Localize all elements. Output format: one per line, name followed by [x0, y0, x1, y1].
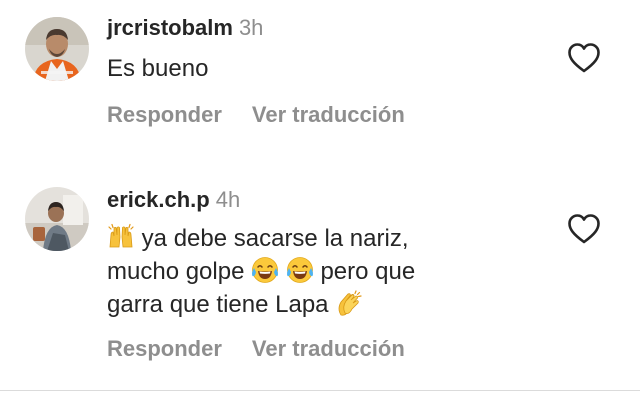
- clapping-hands-emoji-icon: [335, 289, 363, 317]
- avatar[interactable]: [25, 17, 89, 81]
- divider: [0, 390, 640, 391]
- comment-text: ya debe sacarse la nariz, mucho golpe pe…: [107, 222, 547, 321]
- comment-timestamp: 4h: [215, 187, 241, 212]
- reply-button[interactable]: Responder: [107, 336, 222, 361]
- comment-text-line: Es bueno: [107, 55, 209, 82]
- tears-of-joy-emoji-icon: [251, 256, 279, 284]
- avatar[interactable]: [25, 187, 89, 251]
- avatar-photo-icon: [25, 17, 89, 81]
- username-link[interactable]: jrcristobalm: [107, 15, 233, 40]
- username-link[interactable]: erick.ch.p: [107, 187, 210, 212]
- comment-text-line: ya debe sacarse la nariz,: [107, 222, 547, 255]
- raising-hands-emoji-icon: [107, 223, 135, 251]
- tears-of-joy-emoji-icon: [286, 256, 314, 284]
- comment-text-segment: mucho golpe: [107, 258, 245, 285]
- comment-actions: Responder Ver traducción: [107, 336, 405, 362]
- comment-text-line: garra que tiene Lapa: [107, 288, 547, 321]
- heart-icon: [568, 43, 600, 73]
- comment-text-segment: garra que tiene Lapa: [107, 291, 329, 318]
- reply-button[interactable]: Responder: [107, 102, 222, 127]
- comment-text-segment: ya debe sacarse la nariz,: [141, 225, 409, 252]
- like-button[interactable]: [567, 213, 601, 245]
- comment-header: jrcristobalm 3h: [107, 15, 263, 41]
- comment-text-segment: pero que: [320, 258, 416, 285]
- avatar-photo-icon: [25, 187, 89, 251]
- like-button[interactable]: [567, 42, 601, 74]
- translate-button[interactable]: Ver traducción: [252, 102, 405, 127]
- comment-actions: Responder Ver traducción: [107, 102, 405, 128]
- comment-text: Es bueno: [107, 52, 547, 85]
- translate-button[interactable]: Ver traducción: [252, 336, 405, 361]
- comment-text-line: mucho golpe pero que: [107, 255, 547, 288]
- heart-icon: [568, 214, 600, 244]
- comment-header: erick.ch.p 4h: [107, 187, 240, 213]
- comment-timestamp: 3h: [238, 15, 264, 40]
